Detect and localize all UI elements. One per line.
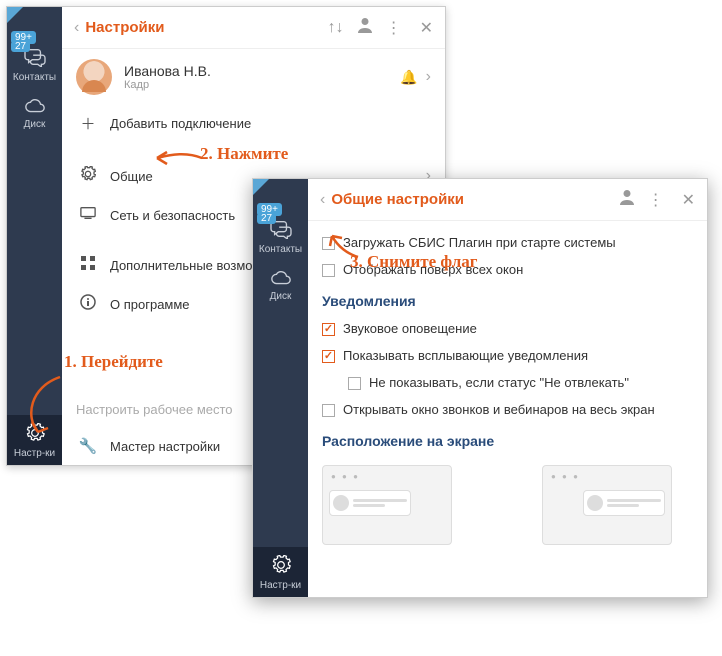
sidebar-item-contacts[interactable]: 27 Контакты: [7, 39, 62, 89]
checkbox-label: Загружать СБИС Плагин при старте системы: [343, 235, 616, 250]
sidebar-item-label: Настр-ки: [260, 580, 301, 591]
row-label: Добавить подключение: [110, 116, 431, 131]
sidebar: 99+ 27 Контакты Диск Настр-ки: [7, 7, 62, 465]
cloud-icon: [253, 269, 308, 291]
plus-icon: ＋: [76, 113, 100, 134]
user-info: Иванова Н.В. Кадр: [124, 63, 400, 91]
gear-icon: [253, 555, 308, 580]
section-notifications: Уведомления: [308, 283, 707, 315]
checkbox-icon[interactable]: [322, 404, 335, 417]
row-add-connection[interactable]: ＋ Добавить подключение: [62, 103, 445, 144]
contacts-badge: 27: [11, 41, 30, 52]
checkbox-load-on-start[interactable]: Загружать СБИС Плагин при старте системы: [308, 229, 707, 256]
bell-icon[interactable]: 🔔: [400, 69, 417, 86]
header: ‹ Общие настройки ⋮ ✕: [308, 179, 707, 221]
sidebar-item-label: Настр-ки: [14, 448, 55, 459]
chevron-right-icon: ›: [426, 68, 431, 86]
sidebar-item-settings[interactable]: Настр-ки: [253, 547, 308, 597]
sidebar-item-label: Диск: [24, 119, 46, 130]
dots-icon: ● ● ●: [551, 472, 580, 481]
checkbox-label: Звуковое оповещение: [343, 321, 477, 336]
wrench-icon: 🔧: [76, 437, 100, 455]
checkbox-sound[interactable]: Звуковое оповещение: [308, 315, 707, 342]
corner-accent: [253, 179, 269, 195]
checkbox-fullscreen[interactable]: Открывать окно звонков и вебинаров на ве…: [308, 396, 707, 423]
checkbox-icon[interactable]: [322, 264, 335, 277]
checkbox-icon[interactable]: [348, 377, 361, 390]
sidebar-item-disk[interactable]: Диск: [253, 261, 308, 308]
grid-icon: [76, 256, 100, 274]
sidebar-item-label: Контакты: [259, 244, 302, 255]
contacts-badge: 27: [257, 213, 276, 224]
page-title: Общие настройки: [331, 191, 605, 208]
page-title: Настройки: [85, 19, 313, 36]
dots-icon: ● ● ●: [331, 472, 360, 481]
sidebar-item-label: Диск: [270, 291, 292, 302]
notification-preview: [583, 490, 665, 516]
checkbox-icon[interactable]: [322, 237, 335, 250]
user-sub: Кадр: [124, 79, 400, 91]
corner-accent: [7, 7, 23, 23]
cloud-icon: [7, 97, 62, 119]
checkbox-popup[interactable]: Показывать всплывающие уведомления: [308, 342, 707, 369]
close-icon[interactable]: ✕: [420, 18, 433, 38]
back-icon[interactable]: ‹: [320, 191, 325, 209]
avatar: [76, 59, 112, 95]
checkbox-icon[interactable]: [322, 350, 335, 363]
sidebar: 99+ 27 Контакты Диск Настр-ки: [253, 179, 308, 597]
checkbox-dnd[interactable]: Не показывать, если статус "Не отвлекать…: [308, 369, 707, 396]
sidebar-item-contacts[interactable]: 27 Контакты: [253, 211, 308, 261]
general-settings-window: 99+ 27 Контакты Диск Настр-ки ‹ Общие на…: [252, 178, 708, 598]
person-icon[interactable]: [358, 17, 372, 38]
section-position: Расположение на экране: [308, 423, 707, 455]
checkbox-icon[interactable]: [322, 323, 335, 336]
sort-icon[interactable]: ↑↓: [328, 19, 344, 37]
notification-preview: [329, 490, 411, 516]
sidebar-item-label: Контакты: [13, 72, 56, 83]
monitor-icon: [76, 206, 100, 224]
checkbox-label: Отображать поверх всех окон: [343, 262, 523, 277]
sidebar-item-disk[interactable]: Диск: [7, 89, 62, 136]
checkbox-label: Показывать всплывающие уведомления: [343, 348, 588, 363]
back-icon[interactable]: ‹: [74, 19, 79, 37]
gear-icon: [7, 423, 62, 448]
position-option-left[interactable]: ● ● ●: [322, 465, 452, 545]
user-name: Иванова Н.В.: [124, 63, 400, 79]
gear-icon: [76, 166, 100, 186]
checkbox-label: Открывать окно звонков и вебинаров на ве…: [343, 402, 655, 417]
position-option-right[interactable]: ● ● ●: [542, 465, 672, 545]
user-row[interactable]: Иванова Н.В. Кадр 🔔 ›: [62, 49, 445, 103]
position-options: ● ● ● ● ● ●: [308, 455, 707, 555]
info-icon: [76, 294, 100, 314]
more-icon[interactable]: ⋮: [386, 18, 402, 38]
more-icon[interactable]: ⋮: [648, 190, 664, 210]
sidebar-item-settings[interactable]: Настр-ки: [7, 415, 62, 465]
header: ‹ Настройки ↑↓ ⋮ ✕: [62, 7, 445, 49]
close-icon[interactable]: ✕: [682, 190, 695, 210]
checkbox-label: Не показывать, если статус "Не отвлекать…: [369, 375, 629, 390]
general-settings-content: ‹ Общие настройки ⋮ ✕ Загружать СБИС Пла…: [308, 179, 707, 597]
checkbox-always-on-top[interactable]: Отображать поверх всех окон: [308, 256, 707, 283]
person-icon[interactable]: [620, 189, 634, 210]
